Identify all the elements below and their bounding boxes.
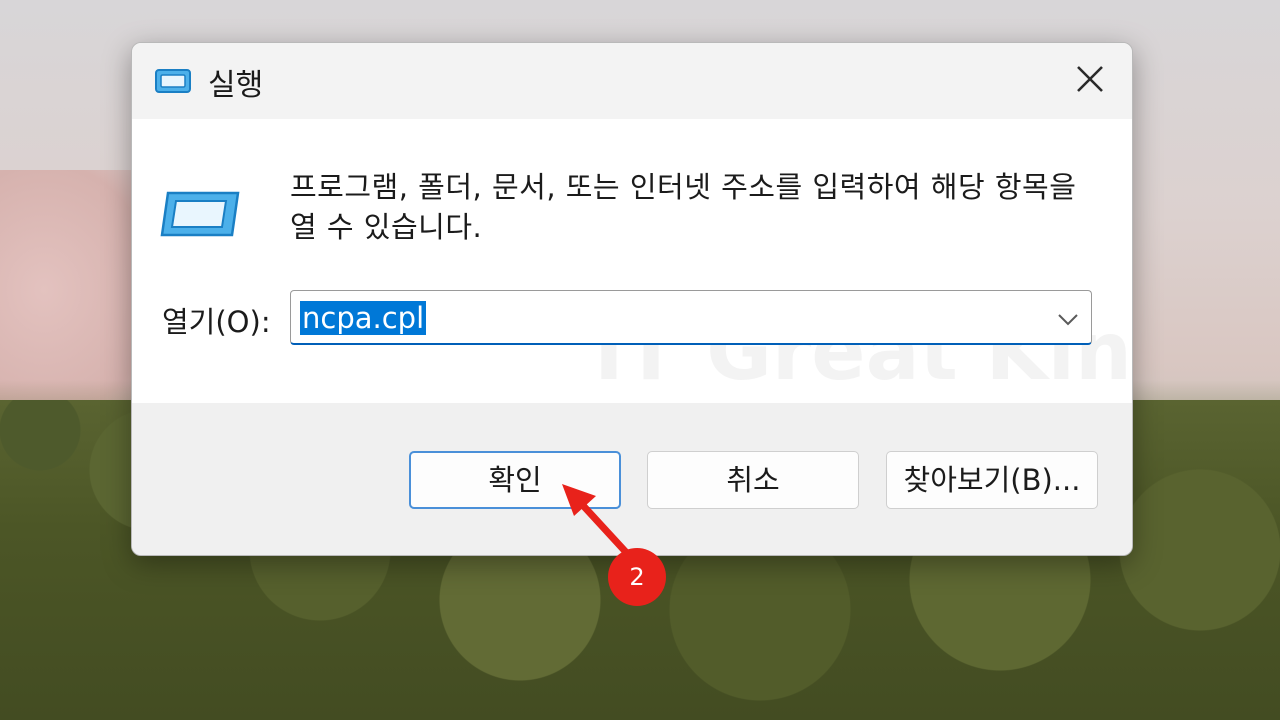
dialog-content: 프로그램, 폴더, 문서, 또는 인터넷 주소를 입력하여 해당 항목을 열 수…: [132, 119, 1132, 403]
open-input-value[interactable]: ncpa.cpl: [300, 301, 427, 335]
chevron-down-icon[interactable]: [1055, 306, 1081, 332]
dialog-title: 실행: [208, 68, 264, 103]
browse-button[interactable]: 찾아보기(B)...: [886, 451, 1098, 509]
open-combobox[interactable]: ncpa.cpl: [290, 290, 1092, 345]
step-badge: 2: [608, 548, 666, 606]
close-button[interactable]: [1068, 57, 1112, 101]
cancel-button[interactable]: 취소: [647, 451, 859, 509]
close-icon: [1077, 66, 1103, 92]
dialog-titlebar[interactable]: 실행: [132, 43, 1132, 119]
run-icon: [154, 67, 192, 99]
run-large-icon: [160, 189, 240, 243]
open-label: 열기(O):: [162, 305, 271, 339]
dialog-description: 프로그램, 폴더, 문서, 또는 인터넷 주소를 입력하여 해당 항목을 열 수…: [290, 170, 1077, 244]
